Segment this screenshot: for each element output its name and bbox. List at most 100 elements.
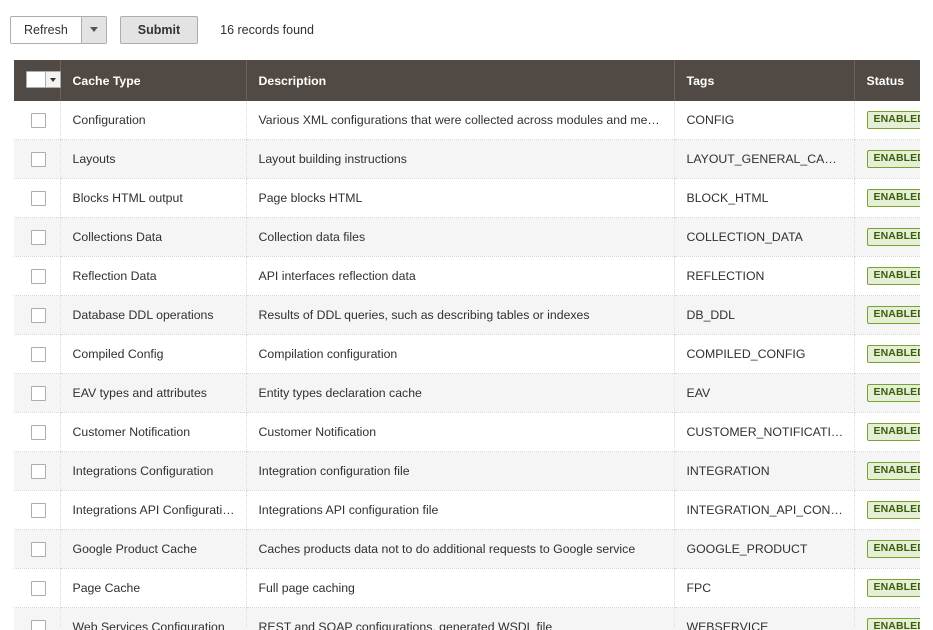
row-select-cell[interactable] <box>14 334 61 374</box>
row-checkbox[interactable] <box>31 541 46 557</box>
row-checkbox[interactable] <box>31 151 46 167</box>
refresh-button-label[interactable]: Refresh <box>11 16 81 43</box>
cell-description: Integration configuration file <box>246 451 675 491</box>
status-badge: ENABLED <box>866 345 920 363</box>
table-row[interactable]: EAV types and attributes Entity types dec… <box>14 373 920 413</box>
table-row[interactable]: Integrations API Configuration Integratio… <box>14 490 920 530</box>
row-select-cell[interactable] <box>14 295 61 335</box>
row-select-cell[interactable] <box>14 568 61 608</box>
row-select-cell[interactable] <box>14 490 61 530</box>
status-badge: ENABLED <box>866 384 920 402</box>
cell-description: Collection data files <box>246 217 675 257</box>
table-row[interactable]: Database DDL operations Results of DDL qu… <box>14 295 920 335</box>
row-select-cell[interactable] <box>14 451 61 491</box>
cell-tags: INTEGRATION_API_CONFIG <box>674 490 855 530</box>
refresh-dropdown-toggle[interactable] <box>80 16 106 43</box>
table-row[interactable]: Google Product Cache Caches products data… <box>14 529 920 569</box>
row-select-cell[interactable] <box>14 373 61 413</box>
cell-cache-type: Web Services Configuration <box>60 607 247 630</box>
row-select-cell[interactable] <box>14 412 61 452</box>
row-checkbox[interactable] <box>31 619 46 630</box>
cell-cache-type: Google Product Cache <box>60 529 247 569</box>
cell-cache-type: Layouts <box>60 139 247 179</box>
table-row[interactable]: Configuration Various XML configurations … <box>14 101 920 140</box>
header-select-cell <box>14 60 61 101</box>
cell-description: Layout building instructions <box>246 139 675 179</box>
cell-description: Caches products data not to do additiona… <box>246 529 675 569</box>
cell-tags: DB_DDL <box>674 295 855 335</box>
table-row[interactable]: Blocks HTML output Page blocks HTML BLOCK_… <box>14 178 920 218</box>
row-checkbox[interactable] <box>31 268 46 284</box>
column-header-cache-type[interactable]: Cache Type <box>60 60 247 101</box>
row-checkbox[interactable] <box>31 385 46 401</box>
row-checkbox[interactable] <box>31 112 46 128</box>
caret-down-icon <box>89 27 98 32</box>
row-checkbox[interactable] <box>31 463 46 479</box>
table-row[interactable]: Reflection Data API interfaces reflection… <box>14 256 920 296</box>
select-all-checkbox[interactable] <box>27 72 45 87</box>
status-badge: ENABLED <box>866 618 920 630</box>
table-row[interactable]: Customer Notification Customer Notificati… <box>14 412 920 452</box>
row-select-cell[interactable] <box>14 101 61 140</box>
row-checkbox[interactable] <box>31 229 46 245</box>
cell-status: ENABLED <box>854 412 920 452</box>
table-row[interactable]: Page Cache Full page caching FPC ENABLED <box>14 568 920 608</box>
cell-status: ENABLED <box>854 256 920 296</box>
cell-tags: COMPILED_CONFIG <box>674 334 855 374</box>
cell-cache-type: Page Cache <box>60 568 247 608</box>
cell-status: ENABLED <box>854 490 920 530</box>
cell-status: ENABLED <box>854 607 920 630</box>
status-badge: ENABLED <box>866 423 920 441</box>
cell-description: Integrations API configuration file <box>246 490 675 530</box>
row-checkbox[interactable] <box>31 346 46 362</box>
cell-status: ENABLED <box>854 101 920 140</box>
cell-description: Customer Notification <box>246 412 675 452</box>
column-header-status[interactable]: Status <box>854 60 920 101</box>
cell-tags: FPC <box>674 568 855 608</box>
cell-description: Various XML configurations that were col… <box>246 101 675 140</box>
cell-cache-type: Integrations Configuration <box>60 451 247 491</box>
cell-tags: BLOCK_HTML <box>674 178 855 218</box>
row-select-cell[interactable] <box>14 529 61 569</box>
row-select-cell[interactable] <box>14 139 61 179</box>
row-checkbox[interactable] <box>31 502 46 518</box>
select-options-dropdown[interactable] <box>45 72 60 87</box>
cell-description: Page blocks HTML <box>246 178 675 218</box>
cache-grid-container: Cache Type Description Tags Status Confi… <box>14 60 920 630</box>
cell-tags: EAV <box>674 373 855 413</box>
row-select-cell[interactable] <box>14 256 61 296</box>
column-header-description[interactable]: Description <box>246 60 675 101</box>
table-row[interactable]: Compiled Config Compilation configuration… <box>14 334 920 374</box>
cell-tags: REFLECTION <box>674 256 855 296</box>
table-row[interactable]: Layouts Layout building instructions LAYOU… <box>14 139 920 179</box>
grid-header-row: Cache Type Description Tags Status <box>14 60 920 101</box>
submit-button[interactable]: Submit <box>119 15 199 44</box>
table-row[interactable]: Collections Data Collection data files COL… <box>14 217 920 257</box>
checkbox-with-dropdown-icon[interactable] <box>26 71 61 88</box>
row-checkbox[interactable] <box>31 424 46 440</box>
table-row[interactable]: Web Services Configuration REST and SOAP … <box>14 607 920 630</box>
row-select-cell[interactable] <box>14 607 61 630</box>
cell-status: ENABLED <box>854 178 920 218</box>
row-select-cell[interactable] <box>14 178 61 218</box>
cell-description: REST and SOAP configurations, generated … <box>246 607 675 630</box>
table-row[interactable]: Integrations Configuration Integration co… <box>14 451 920 491</box>
refresh-split-button[interactable]: Refresh <box>10 15 107 44</box>
cell-tags: GOOGLE_PRODUCT <box>674 529 855 569</box>
row-checkbox[interactable] <box>31 580 46 596</box>
column-header-tags[interactable]: Tags <box>674 60 855 101</box>
cell-status: ENABLED <box>854 568 920 608</box>
row-checkbox[interactable] <box>31 190 46 206</box>
row-select-cell[interactable] <box>14 217 61 257</box>
grid-body: Configuration Various XML configurations … <box>14 101 920 630</box>
status-badge: ENABLED <box>866 228 920 246</box>
status-badge: ENABLED <box>866 462 920 480</box>
cell-status: ENABLED <box>854 139 920 179</box>
cell-status: ENABLED <box>854 334 920 374</box>
cell-cache-type: Configuration <box>60 101 247 140</box>
status-badge: ENABLED <box>866 189 920 207</box>
status-badge: ENABLED <box>866 540 920 558</box>
status-badge: ENABLED <box>866 306 920 324</box>
cell-status: ENABLED <box>854 373 920 413</box>
row-checkbox[interactable] <box>31 307 46 323</box>
